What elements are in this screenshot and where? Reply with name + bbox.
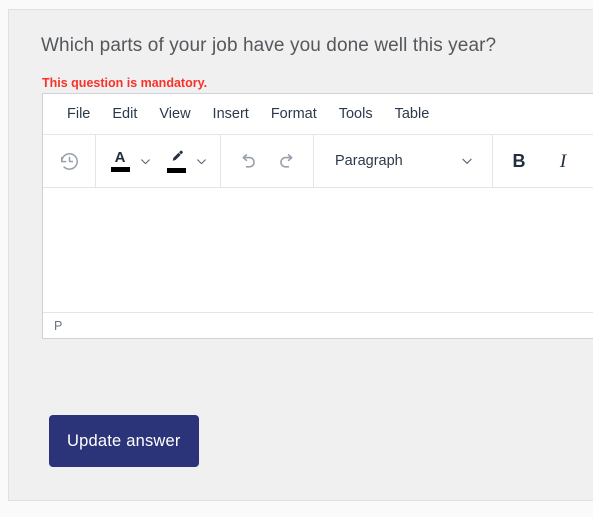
restore-draft-button[interactable] [52,144,86,178]
editor-statusbar: P [43,312,593,338]
rich-text-editor: File Edit View Insert Format Tools Table [42,93,593,339]
bold-label: B [512,151,526,171]
question-panel: Which parts of your job have you done we… [8,9,593,501]
italic-label: I [559,150,567,172]
menu-item-view[interactable]: View [148,102,201,126]
highlight-color-split-button [161,144,211,178]
editor-content-area[interactable] [43,188,593,312]
undo-button[interactable] [230,144,264,178]
menu-item-table[interactable]: Table [384,102,441,126]
redo-button[interactable] [270,144,304,178]
italic-button[interactable]: I [546,144,580,178]
block-format-select[interactable]: Paragraph [323,144,483,178]
editor-toolbar: A Paragraph B I [43,135,593,188]
redo-icon [277,151,298,172]
highlight-color-icon [167,149,186,166]
menu-item-file[interactable]: File [56,102,101,126]
menu-item-tools[interactable]: Tools [328,102,384,126]
bold-button[interactable]: B [502,144,536,178]
undo-icon [237,151,258,172]
highlight-color-swatch [166,168,186,173]
chevron-down-icon [460,154,474,168]
toolbar-group-colors: A [96,135,221,187]
chevron-down-icon [139,155,152,168]
mandatory-validation-message: This question is mandatory. [42,76,208,90]
toolbar-group-format: Paragraph [314,135,493,187]
menu-item-format[interactable]: Format [260,102,328,126]
text-color-swatch [110,167,130,172]
toolbar-group-inline-styles: B I [493,135,589,187]
chevron-down-icon [195,155,208,168]
text-color-split-button: A [105,144,155,178]
update-answer-button[interactable]: Update answer [49,415,199,467]
page-title: Which parts of your job have you done we… [41,35,497,56]
menu-item-edit[interactable]: Edit [101,102,148,126]
block-format-value: Paragraph [335,153,403,169]
editor-menubar: File Edit View Insert Format Tools Table [43,94,593,135]
text-color-caret-button[interactable] [135,144,155,178]
toolbar-group-history [221,135,314,187]
highlight-color-caret-button[interactable] [191,144,211,178]
menu-item-insert[interactable]: Insert [202,102,260,126]
restore-draft-icon [59,151,80,172]
element-path-breadcrumb[interactable]: P [54,319,63,333]
text-color-letter: A [114,149,126,166]
text-color-button[interactable]: A [105,144,135,178]
highlight-color-button[interactable] [161,144,191,178]
toolbar-group-restore [43,135,96,187]
